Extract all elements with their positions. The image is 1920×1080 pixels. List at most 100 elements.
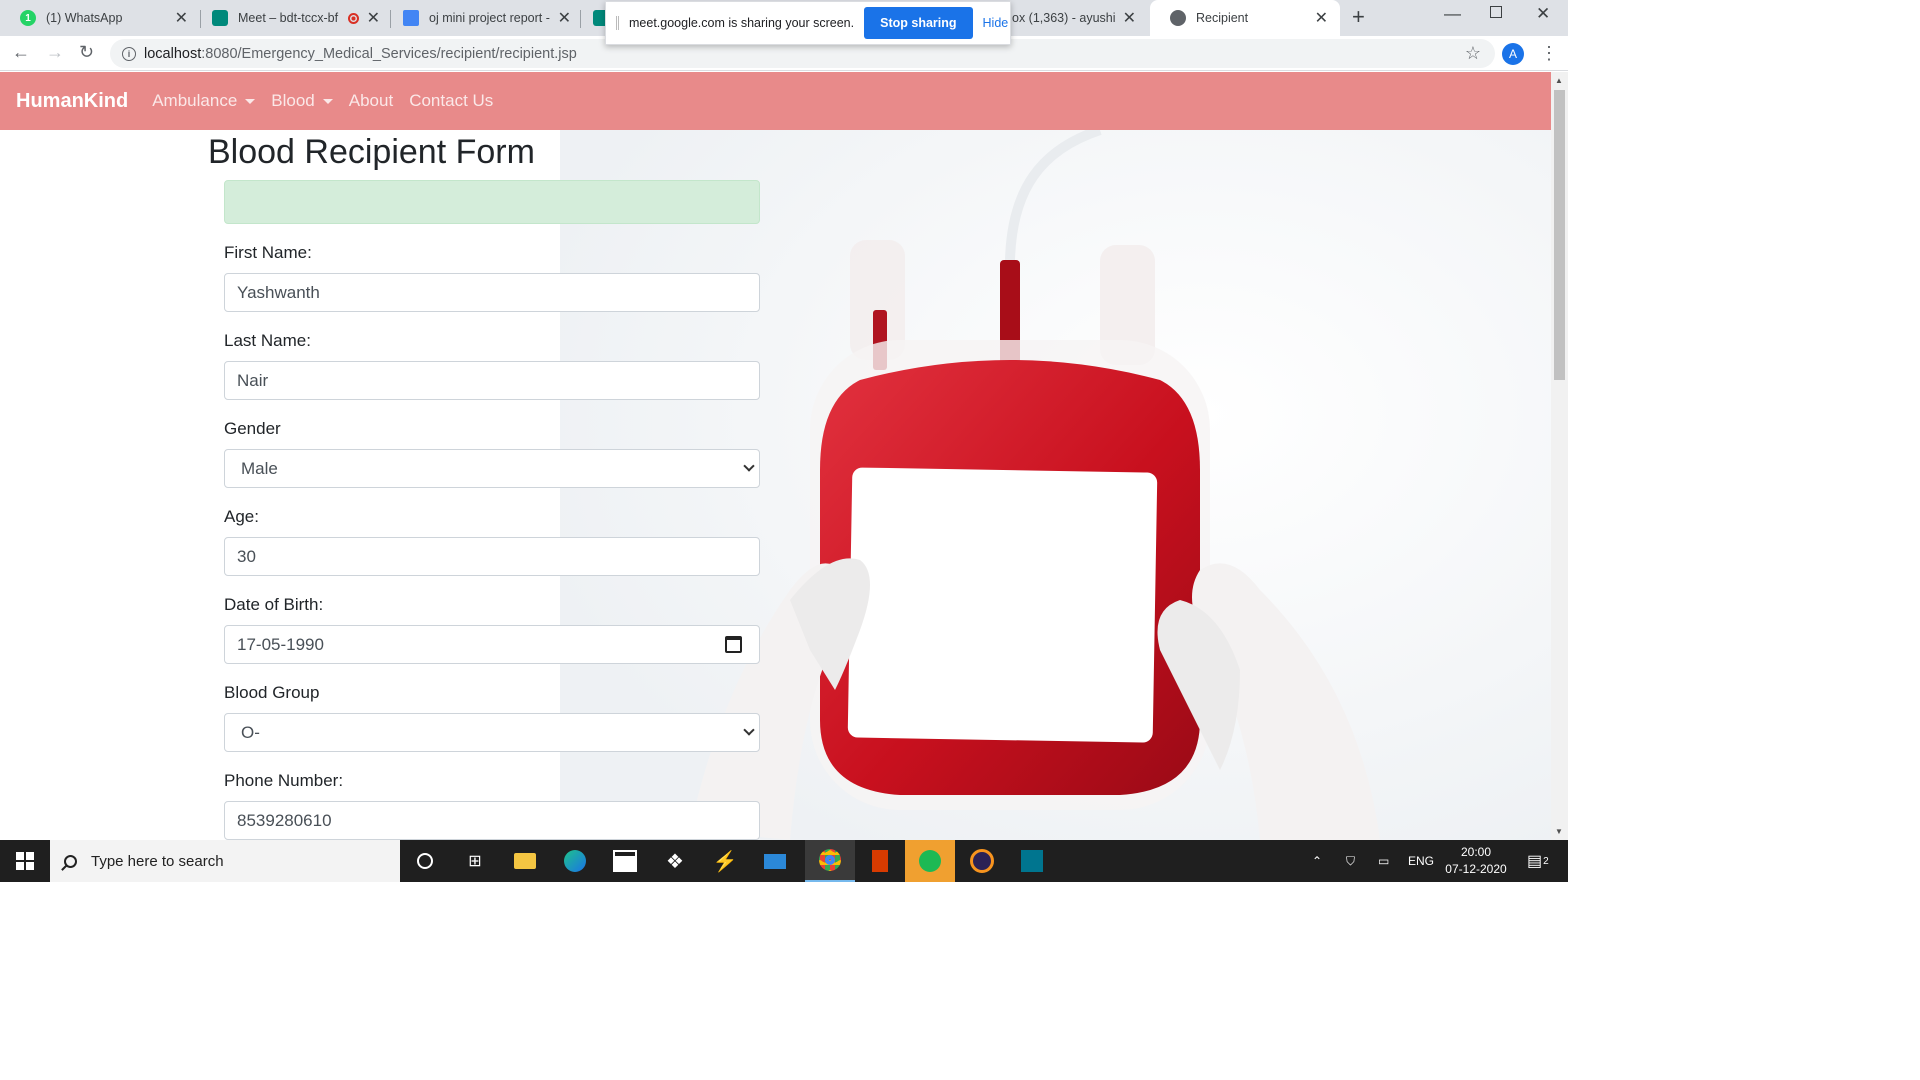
field-last-name: Last Name: Nair xyxy=(224,331,760,400)
field-blood-group: Blood Group O- xyxy=(224,683,760,752)
google-docs-icon xyxy=(403,10,419,26)
spotify-icon[interactable] xyxy=(905,840,955,882)
phone-input[interactable]: 8539280610 xyxy=(224,801,760,840)
page-scrollbar[interactable]: ▲ ▼ xyxy=(1551,72,1568,840)
recipient-form: Blood Recipient Form First Name: Yashwan… xyxy=(208,130,768,840)
tab-gmail[interactable]: ox (1,363) - ayushis ✕ xyxy=(1000,0,1148,36)
close-tab-icon[interactable]: ✕ xyxy=(1123,8,1136,28)
scrollbar-thumb[interactable] xyxy=(1554,90,1565,380)
reload-icon[interactable]: ↻ xyxy=(79,42,94,63)
blood-group-value: O- xyxy=(241,722,260,742)
restore-icon[interactable] xyxy=(1490,6,1502,18)
profile-avatar[interactable]: A xyxy=(1502,43,1524,65)
nav-contact[interactable]: Contact Us xyxy=(409,91,493,111)
last-name-label: Last Name: xyxy=(224,331,311,350)
dropbox-icon[interactable]: ❖ xyxy=(650,840,700,882)
google-meet-icon xyxy=(212,10,228,26)
new-tab-button[interactable]: + xyxy=(1352,4,1365,30)
nav-about[interactable]: About xyxy=(349,91,393,111)
page-viewport: HumanKind Ambulance Blood About Contact … xyxy=(0,72,1551,840)
tab-title: oj mini project report - xyxy=(429,11,550,25)
tab-docs[interactable]: oj mini project report - ✕ xyxy=(383,0,583,36)
windows-start-icon[interactable] xyxy=(16,852,34,870)
alert-box xyxy=(224,180,760,224)
gender-value: Male xyxy=(241,458,278,478)
antivirus-icon[interactable]: ⛉ xyxy=(1346,840,1355,882)
close-tab-icon[interactable]: ✕ xyxy=(367,8,380,28)
calendar-icon[interactable] xyxy=(725,636,742,653)
url-host: localhost xyxy=(144,45,202,62)
tab-recipient[interactable]: Recipient ✕ xyxy=(1150,0,1340,36)
language-indicator[interactable]: ENG xyxy=(1408,840,1434,882)
age-input[interactable]: 30 xyxy=(224,537,760,576)
site-navbar: HumanKind Ambulance Blood About Contact … xyxy=(0,72,1551,130)
mysql-workbench-icon[interactable] xyxy=(1007,840,1057,882)
clock-date: 07-12-2020 xyxy=(1445,862,1507,876)
caret-down-icon xyxy=(322,98,333,104)
notification-count: 2 xyxy=(1543,855,1549,867)
nav-ambulance[interactable]: Ambulance xyxy=(152,91,256,111)
battery-icon[interactable]: ▭ xyxy=(1378,840,1389,882)
task-view-icon[interactable]: ⊞ xyxy=(450,840,500,882)
tab-title: Recipient xyxy=(1196,11,1249,25)
chevron-down-icon xyxy=(743,724,755,736)
clock-time: 20:00 xyxy=(1460,845,1492,859)
file-explorer-icon[interactable] xyxy=(500,840,550,882)
vscode-icon[interactable]: ⚡ xyxy=(700,840,750,882)
close-window-icon[interactable]: ✕ xyxy=(1536,4,1550,24)
blood-group-select[interactable]: O- xyxy=(224,713,760,752)
field-first-name: First Name: Yashwanth xyxy=(224,243,760,312)
close-tab-icon[interactable]: ✕ xyxy=(175,8,188,28)
globe-icon xyxy=(1170,10,1186,26)
url-path: :8080/Emergency_Medical_Services/recipie… xyxy=(201,45,577,62)
nav-blood[interactable]: Blood xyxy=(271,91,333,111)
edge-icon[interactable] xyxy=(550,840,600,882)
page-title: Blood Recipient Form xyxy=(208,133,535,171)
scroll-up-icon[interactable]: ▲ xyxy=(1555,76,1563,85)
minimize-icon[interactable]: — xyxy=(1444,4,1461,24)
whatsapp-icon: 1 xyxy=(20,10,36,26)
office-icon[interactable] xyxy=(855,840,905,882)
mail-icon[interactable] xyxy=(750,840,800,882)
tab-title: ox (1,363) - ayushis xyxy=(1012,11,1115,25)
cortana-icon[interactable] xyxy=(400,840,450,882)
system-clock[interactable]: 20:00 07-12-2020 xyxy=(1440,844,1512,878)
tab-meet[interactable]: Meet – bdt-tccx-bf ✕ xyxy=(192,0,392,36)
scroll-down-icon[interactable]: ▼ xyxy=(1555,827,1563,836)
tab-title: (1) WhatsApp xyxy=(46,11,123,25)
first-name-input[interactable]: Yashwanth xyxy=(224,273,760,312)
phone-label: Phone Number: xyxy=(224,771,344,790)
stop-sharing-button[interactable]: Stop sharing xyxy=(864,7,973,39)
field-phone: Phone Number: 8539280610 xyxy=(224,771,760,840)
blood-group-label: Blood Group xyxy=(224,683,320,702)
gender-select[interactable]: Male xyxy=(224,449,760,488)
close-tab-icon[interactable]: ✕ xyxy=(1315,8,1328,28)
hide-button[interactable]: Hide xyxy=(983,16,1009,30)
brand-logo[interactable]: HumanKind xyxy=(16,90,128,113)
last-name-input[interactable]: Nair xyxy=(224,361,760,400)
close-tab-icon[interactable]: ✕ xyxy=(558,8,571,28)
caret-down-icon xyxy=(245,98,256,104)
field-gender: Gender Male xyxy=(224,419,760,488)
forward-arrow-icon[interactable]: → xyxy=(46,42,64,63)
screen-share-popup: meet.google.com is sharing your screen. … xyxy=(605,1,1011,45)
eclipse-icon[interactable] xyxy=(957,840,1007,882)
store-icon[interactable] xyxy=(600,840,650,882)
field-dob: Date of Birth: 17-05-1990 xyxy=(224,595,760,664)
tray-overflow-icon[interactable]: ⌃ xyxy=(1312,840,1322,882)
recording-icon xyxy=(347,12,359,24)
dob-value: 17-05-1990 xyxy=(237,634,324,654)
drag-handle-icon[interactable] xyxy=(616,16,619,30)
browser-menu-icon[interactable]: ⋮ xyxy=(1540,43,1558,64)
dob-input[interactable]: 17-05-1990 xyxy=(224,625,760,664)
back-arrow-icon[interactable]: ← xyxy=(12,42,30,63)
url-text: localhost:8080/Emergency_Medical_Service… xyxy=(144,46,577,62)
bookmark-star-icon[interactable]: ☆ xyxy=(1465,43,1481,64)
site-info-icon[interactable]: i xyxy=(122,46,136,61)
notifications-icon[interactable]: ▤ 2 xyxy=(1527,840,1549,882)
tab-whatsapp[interactable]: 1 (1) WhatsApp ✕ xyxy=(0,0,200,36)
taskbar-search[interactable]: Type here to search xyxy=(50,840,400,882)
chrome-icon[interactable] xyxy=(805,840,855,882)
nav-ambulance-label: Ambulance xyxy=(152,91,238,110)
tab-title: Meet – bdt-tccx-bf xyxy=(238,11,339,25)
